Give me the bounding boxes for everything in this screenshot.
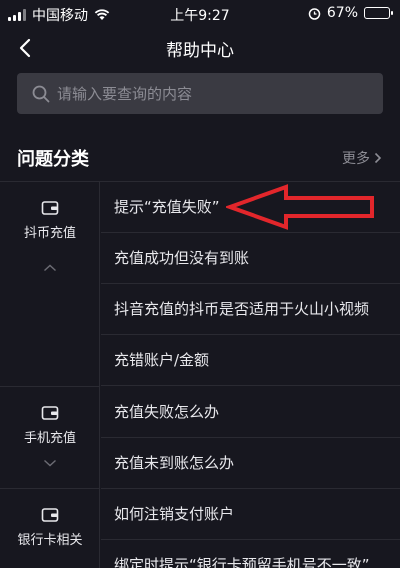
question-item[interactable]: 充值失败怎么办 xyxy=(101,387,400,438)
search-input[interactable] xyxy=(57,84,357,103)
nav-header: 帮助中心 xyxy=(0,28,400,68)
question-list: 提示“充值失败” 充值成功但没有到账 抖音充值的抖币是否适用于火山小视频 充错账… xyxy=(101,182,400,568)
category-label: 抖币充值 xyxy=(23,226,76,241)
category-label: 银行卡相关 xyxy=(17,533,83,548)
annotation-arrow-icon xyxy=(226,184,374,230)
category-table: 抖币充值 手机充值 银行卡相关 提示“充值失败” 充值成功但没有到账 抖音充值的… xyxy=(0,181,400,568)
question-item[interactable]: 如何注销支付账户 xyxy=(101,489,400,540)
category-phone-topup[interactable]: 手机充值 xyxy=(0,387,100,489)
question-item[interactable]: 充值未到账怎么办 xyxy=(101,438,400,489)
search-icon xyxy=(32,85,50,102)
question-item[interactable]: 绑定时提示“银行卡预留手机号不一致” xyxy=(101,540,400,568)
wallet-icon xyxy=(41,201,59,215)
wallet-icon xyxy=(41,508,59,522)
category-douyin-coin[interactable]: 抖币充值 xyxy=(0,182,100,387)
category-column: 抖币充值 手机充值 银行卡相关 xyxy=(0,182,100,568)
question-item[interactable]: 充错账户/金额 xyxy=(101,335,400,386)
status-right: 67% xyxy=(308,5,393,21)
search-bar[interactable] xyxy=(17,73,383,114)
status-bar: 中国移动 上午9:27 67% xyxy=(0,0,400,28)
category-label: 手机充值 xyxy=(23,431,76,446)
page-title: 帮助中心 xyxy=(166,41,234,61)
question-item[interactable]: 抖音充值的抖币是否适用于火山小视频 xyxy=(101,284,400,335)
category-bank-card[interactable]: 银行卡相关 xyxy=(0,489,100,568)
question-item[interactable]: 充值成功但没有到账 xyxy=(101,233,400,284)
section-title: 问题分类 xyxy=(17,149,89,170)
battery-icon xyxy=(364,7,393,19)
chevron-up-icon[interactable] xyxy=(43,263,57,273)
more-link[interactable]: 更多 xyxy=(342,148,382,168)
chevron-right-icon xyxy=(374,152,382,164)
more-label: 更多 xyxy=(342,151,370,167)
wallet-icon xyxy=(41,406,59,420)
battery-percent: 67% xyxy=(326,5,358,21)
alarm-icon xyxy=(308,7,321,20)
chevron-down-icon[interactable] xyxy=(43,458,57,468)
